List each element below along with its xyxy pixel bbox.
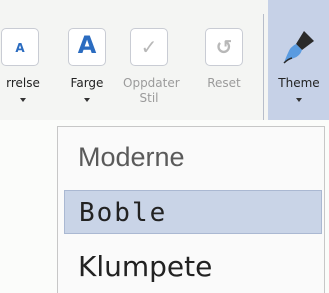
- font-colour-button[interactable]: A Farge: [62, 0, 112, 120]
- theme-option-klumpete[interactable]: Klumpete: [64, 245, 322, 289]
- paintbrush-icon: [280, 28, 318, 66]
- font-size-button[interactable]: A rrelse: [0, 0, 56, 120]
- theme-dropdown-menu: Moderne Boble Klumpete: [57, 126, 325, 293]
- update-style-label: Oppdater Stil: [123, 76, 180, 105]
- ribbon-separator: [263, 14, 264, 120]
- reset-label: Reset: [207, 76, 241, 90]
- theme-option-boble[interactable]: Boble: [64, 190, 322, 234]
- chevron-down-icon: [20, 98, 26, 102]
- update-style-button[interactable]: ✓ Oppdater Stil: [118, 0, 180, 120]
- font-colour-icon: A: [68, 28, 106, 66]
- theme-label: Theme: [278, 76, 320, 90]
- theme-button[interactable]: Theme: [268, 0, 329, 120]
- font-size-icon: A: [1, 28, 39, 66]
- chevron-down-icon: [84, 98, 90, 102]
- checkmark-icon: ✓: [130, 28, 168, 66]
- reset-button[interactable]: ↺ Reset: [199, 0, 249, 120]
- undo-icon: ↺: [205, 28, 243, 66]
- theme-option-moderne[interactable]: Moderne: [64, 135, 322, 179]
- font-colour-label: Farge: [70, 76, 104, 90]
- font-size-label: rrelse: [6, 76, 40, 90]
- ribbon-toolbar: A rrelse A Farge ✓ Oppdater Stil ↺ Reset: [0, 0, 329, 120]
- chevron-down-icon: [296, 98, 302, 102]
